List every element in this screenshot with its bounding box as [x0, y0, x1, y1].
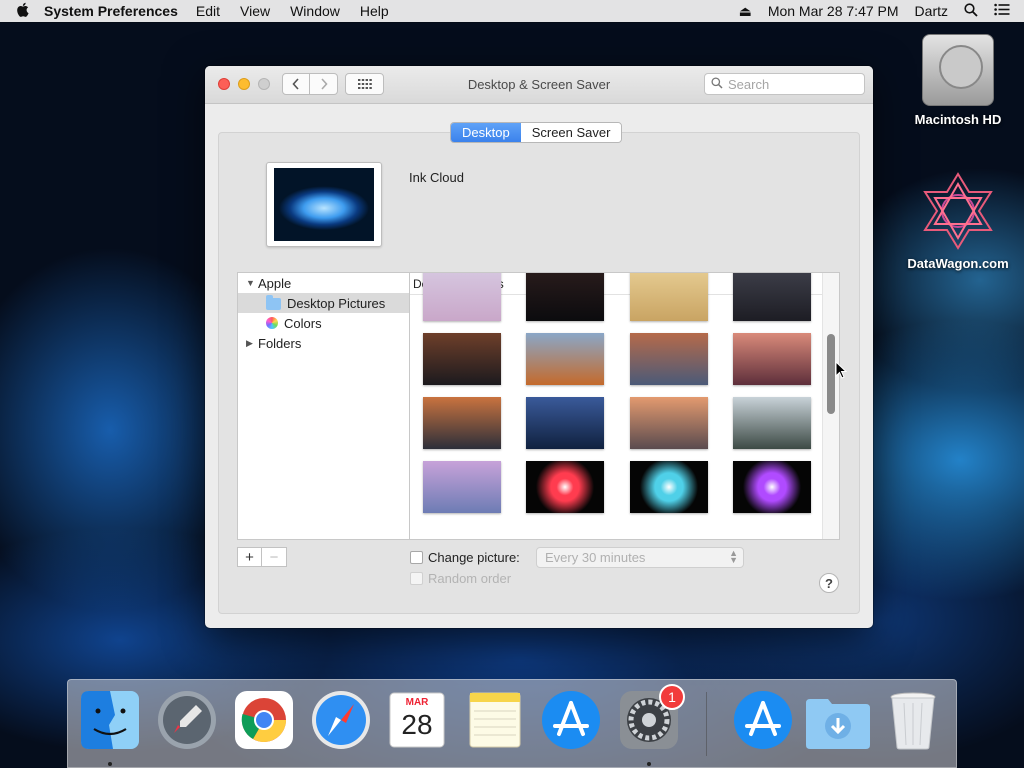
random-order-option: Random order [410, 571, 511, 586]
source-list: ▼ Apple Desktop Pictures Colors ▶ Folder… [237, 272, 410, 540]
tab-desktop[interactable]: Desktop [451, 123, 521, 142]
colors-icon [266, 317, 278, 329]
wallpaper-high-sierra-thumbnail[interactable] [526, 333, 604, 385]
mouse-cursor-icon [835, 361, 847, 379]
menu-help[interactable]: Help [360, 3, 389, 19]
source-item-label: Colors [284, 315, 322, 331]
dock-notes-icon[interactable] [464, 689, 526, 751]
menu-clock[interactable]: Mon Mar 28 7:47 PM [768, 3, 899, 19]
search-icon [711, 76, 723, 92]
updown-arrows-icon: ▲ ▼ [729, 548, 738, 565]
menu-app-name[interactable]: System Preferences [44, 3, 178, 19]
eject-icon[interactable]: ⏏ [739, 3, 752, 20]
interval-value: Every 30 minutes [545, 550, 646, 565]
wallpaper-color-burst-blue-thumbnail[interactable] [630, 461, 708, 513]
dock: MAR 28 1 [67, 679, 957, 768]
source-item-label: Folders [258, 335, 302, 351]
title-bar[interactable]: Desktop & Screen Saver [205, 66, 873, 104]
calendar-month: MAR [405, 697, 429, 708]
source-item-desktop-pictures[interactable]: Desktop Pictures [238, 293, 410, 313]
spotlight-search-icon[interactable] [964, 2, 978, 20]
wallpaper-color-burst-red-thumbnail[interactable] [526, 461, 604, 513]
menu-bar: System Preferences Edit View Window Help… [0, 0, 1024, 22]
change-picture-checkbox[interactable] [410, 551, 423, 564]
desktop-icon-label: DataWagon.com [907, 256, 1009, 271]
search-field[interactable] [704, 73, 865, 95]
source-item-label: Apple [258, 275, 292, 291]
desktop-icon-datawagon[interactable]: DataWagon.com [898, 170, 1018, 271]
dock-separator [706, 692, 707, 756]
source-item-folders[interactable]: ▶ Folders [238, 333, 410, 353]
current-wallpaper-preview [266, 162, 382, 247]
tab-screen-saver[interactable]: Screen Saver [520, 123, 622, 142]
disclosure-right-icon[interactable]: ▶ [246, 338, 254, 349]
preview-image [274, 168, 374, 241]
wallpaper-mojave-dunes-thumbnail[interactable] [733, 273, 811, 321]
picture-grid: Desktop Pictures [409, 272, 840, 540]
remove-folder-button[interactable]: − [262, 547, 287, 567]
hard-drive-icon [922, 34, 994, 106]
dock-downloads-folder-icon[interactable] [804, 689, 870, 751]
vertical-scrollbar[interactable] [822, 273, 839, 539]
wallpaper-mono-lake-night-thumbnail[interactable] [526, 273, 604, 321]
wallpaper-yosemite-valley-thumbnail[interactable] [423, 461, 501, 513]
folder-icon [266, 295, 281, 310]
running-indicator [108, 762, 112, 766]
wallpaper-el-capitan-thumbnail[interactable] [423, 397, 501, 449]
random-order-label: Random order [428, 571, 512, 586]
desktop-icon-label: Macintosh HD [914, 112, 1002, 127]
wallpaper-sierra-sunset-thumbnail[interactable] [733, 333, 811, 385]
scrollbar-thumb[interactable] [827, 334, 835, 414]
menu-edit[interactable]: Edit [196, 3, 220, 19]
notification-center-icon[interactable] [994, 3, 1010, 19]
disclosure-down-icon[interactable]: ▼ [246, 278, 255, 288]
dock-calendar-icon[interactable]: MAR 28 [386, 689, 448, 751]
source-item-colors[interactable]: Colors [238, 313, 410, 333]
help-button[interactable]: ? [819, 573, 839, 593]
wallpaper-sierra-peaks-thumbnail[interactable] [423, 333, 501, 385]
change-interval-select[interactable]: Every 30 minutes ▲ ▼ [536, 547, 744, 568]
current-wallpaper-name: Ink Cloud [409, 170, 464, 185]
wallpaper-half-dome-thumbnail[interactable] [630, 397, 708, 449]
wallpaper-yosemite-forest-thumbnail[interactable] [733, 397, 811, 449]
dock-app-store-icon[interactable] [540, 689, 602, 751]
source-item-apple[interactable]: ▼ Apple [238, 273, 410, 293]
dock-app-store-download-icon[interactable] [732, 689, 794, 751]
random-order-checkbox [410, 572, 423, 585]
datawagon-logo-icon [923, 172, 993, 250]
wallpaper-el-capitan-dusk-thumbnail[interactable] [630, 333, 708, 385]
add-folder-button[interactable]: + [237, 547, 262, 567]
change-picture-label: Change picture: [428, 550, 520, 565]
running-indicator [647, 762, 651, 766]
thumbnail-area [410, 273, 824, 539]
notification-badge: 1 [659, 684, 685, 710]
menu-window[interactable]: Window [290, 3, 340, 19]
dock-safari-icon[interactable] [310, 689, 372, 751]
tab-control: Desktop Screen Saver [450, 122, 623, 143]
dock-launchpad-icon[interactable] [156, 689, 218, 751]
calendar-day: 28 [401, 709, 433, 740]
change-picture-option[interactable]: Change picture: [410, 550, 520, 565]
wallpaper-color-burst-purple-thumbnail[interactable] [733, 461, 811, 513]
menu-user[interactable]: Dartz [915, 3, 948, 19]
wallpaper-lake-rock-thumbnail[interactable] [423, 273, 501, 321]
search-input[interactable] [728, 76, 848, 92]
dock-chrome-icon[interactable] [233, 689, 295, 751]
apple-menu-icon[interactable] [0, 2, 44, 21]
add-remove-buttons: + − [237, 547, 287, 567]
desktop-icon-macintosh-hd[interactable]: Macintosh HD [898, 34, 1018, 127]
wallpaper-blue-mountains-thumbnail[interactable] [526, 397, 604, 449]
dock-trash-icon[interactable] [882, 689, 944, 751]
preferences-window: Desktop & Screen Saver Desktop Screen Sa… [205, 66, 873, 628]
dock-finder-icon[interactable] [79, 689, 141, 751]
source-item-label: Desktop Pictures [287, 295, 386, 311]
menu-view[interactable]: View [240, 3, 270, 19]
wallpaper-desert-dunes-thumbnail[interactable] [630, 273, 708, 321]
